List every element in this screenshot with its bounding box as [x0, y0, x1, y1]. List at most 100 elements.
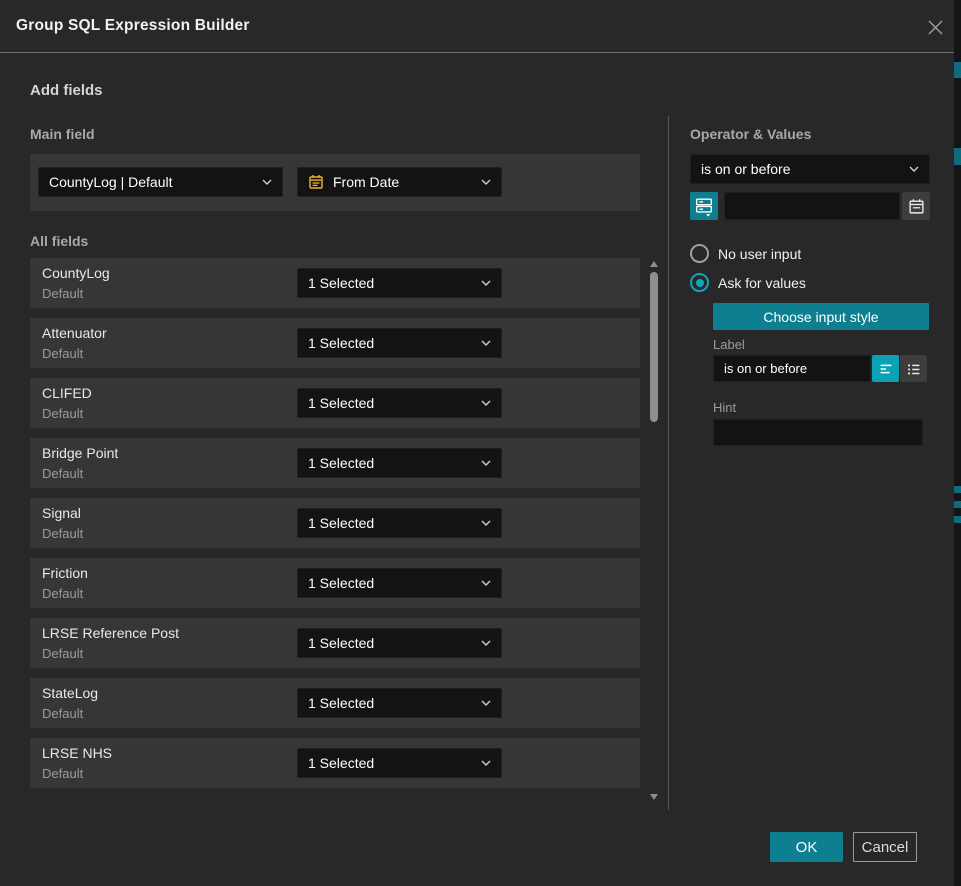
vertical-divider — [668, 116, 669, 810]
strip-fragment — [954, 62, 961, 78]
ok-button[interactable]: OK — [770, 832, 843, 862]
field-selected-value: 1 Selected — [308, 335, 475, 351]
field-name: CLIFED — [42, 385, 92, 401]
list-icon — [905, 360, 923, 378]
radio-label: Ask for values — [718, 275, 806, 291]
list-scrollbar[interactable] — [648, 258, 661, 803]
field-name: Signal — [42, 505, 81, 521]
chevron-down-icon — [481, 640, 491, 646]
chevron-down-icon — [481, 340, 491, 346]
field-name: Attenuator — [42, 325, 107, 341]
field-row: Bridge Point Default 1 Selected — [30, 438, 640, 488]
stacked-input-icon — [693, 194, 715, 218]
input-style-list-toggle[interactable] — [900, 355, 927, 382]
field-row: CountyLog Default 1 Selected — [30, 258, 640, 308]
radio-circle — [690, 244, 709, 263]
main-field-field-select-value: From Date — [333, 174, 475, 190]
field-row: CLIFED Default 1 Selected — [30, 378, 640, 428]
strip-fragment — [954, 516, 961, 523]
chevron-down-icon — [262, 179, 272, 185]
chevron-down-icon — [481, 280, 491, 286]
field-name: Bridge Point — [42, 445, 118, 461]
field-selected-value: 1 Selected — [308, 275, 475, 291]
field-name: StateLog — [42, 685, 98, 701]
strip-fragment — [954, 486, 961, 493]
operator-select[interactable]: is on or before — [690, 154, 930, 184]
field-sublabel: Default — [42, 586, 83, 601]
field-selected-select[interactable]: 1 Selected — [297, 328, 502, 358]
field-name: LRSE Reference Post — [42, 625, 179, 641]
chevron-down-icon — [481, 460, 491, 466]
field-selected-select[interactable]: 1 Selected — [297, 628, 502, 658]
date-picker-button[interactable] — [902, 192, 930, 220]
strip-fragment — [954, 501, 961, 508]
hint-caption: Hint — [713, 400, 736, 415]
field-selected-select[interactable]: 1 Selected — [297, 748, 502, 778]
value-input[interactable] — [724, 192, 900, 220]
dialog-title: Group SQL Expression Builder — [16, 0, 250, 52]
chevron-down-icon — [481, 760, 491, 766]
main-field-source-select[interactable]: CountyLog | Default — [38, 167, 283, 197]
all-fields-list: CountyLog Default 1 Selected Attenuator … — [30, 258, 640, 798]
chevron-down-icon — [481, 400, 491, 406]
field-selected-select[interactable]: 1 Selected — [297, 268, 502, 298]
chevron-down-icon — [909, 166, 919, 172]
hint-input[interactable] — [713, 419, 923, 446]
operator-values-heading: Operator & Values — [690, 126, 811, 142]
main-field-panel: CountyLog | Default From Date — [30, 154, 640, 211]
field-name: Friction — [42, 565, 88, 581]
scroll-down-arrow[interactable] — [650, 794, 658, 800]
field-row: LRSE Reference Post Default 1 Selected — [30, 618, 640, 668]
choose-input-style-button[interactable]: Choose input style — [713, 303, 929, 330]
field-row: LRSE NHS Default 1 Selected — [30, 738, 640, 788]
field-selected-value: 1 Selected — [308, 755, 475, 771]
cancel-button[interactable]: Cancel — [853, 832, 917, 862]
field-selected-value: 1 Selected — [308, 455, 475, 471]
field-sublabel: Default — [42, 346, 83, 361]
field-selected-value: 1 Selected — [308, 635, 475, 651]
calendar-icon — [308, 174, 324, 190]
operator-select-value: is on or before — [701, 161, 903, 177]
field-sublabel: Default — [42, 706, 83, 721]
field-selected-select[interactable]: 1 Selected — [297, 508, 502, 538]
chevron-down-icon — [481, 179, 491, 185]
field-selected-select[interactable]: 1 Selected — [297, 388, 502, 418]
close-button[interactable] — [922, 14, 948, 40]
close-icon — [927, 19, 944, 36]
label-input[interactable] — [713, 355, 871, 382]
value-source-type-button[interactable] — [690, 192, 718, 220]
field-selected-select[interactable]: 1 Selected — [297, 688, 502, 718]
field-selected-value: 1 Selected — [308, 575, 475, 591]
field-sublabel: Default — [42, 766, 83, 781]
strip-fragment — [954, 148, 961, 165]
field-sublabel: Default — [42, 406, 83, 421]
main-field-source-select-value: CountyLog | Default — [49, 174, 256, 190]
field-name: LRSE NHS — [42, 745, 112, 761]
all-fields-heading: All fields — [30, 233, 88, 249]
title-bar: Group SQL Expression Builder — [0, 0, 961, 52]
scrollbar-thumb[interactable] — [650, 272, 658, 422]
input-style-textbox-toggle[interactable] — [872, 355, 899, 382]
scroll-up-arrow[interactable] — [650, 261, 658, 267]
field-selected-value: 1 Selected — [308, 515, 475, 531]
chevron-down-icon — [481, 580, 491, 586]
radio-ask-for-values[interactable]: Ask for values — [690, 273, 806, 292]
title-divider — [0, 52, 954, 53]
add-fields-heading: Add fields — [30, 82, 103, 99]
field-row: Signal Default 1 Selected — [30, 498, 640, 548]
field-row: Attenuator Default 1 Selected — [30, 318, 640, 368]
field-row: Friction Default 1 Selected — [30, 558, 640, 608]
field-sublabel: Default — [42, 646, 83, 661]
text-box-icon — [877, 360, 895, 378]
main-field-field-select[interactable]: From Date — [297, 167, 502, 197]
field-selected-value: 1 Selected — [308, 695, 475, 711]
background-app-strip — [954, 0, 961, 886]
field-selected-select[interactable]: 1 Selected — [297, 448, 502, 478]
radio-no-user-input[interactable]: No user input — [690, 244, 801, 263]
radio-circle — [690, 273, 709, 292]
field-sublabel: Default — [42, 286, 83, 301]
group-sql-expression-builder-dialog: Group SQL Expression Builder Add fields … — [0, 0, 961, 886]
field-sublabel: Default — [42, 526, 83, 541]
radio-label: No user input — [718, 246, 801, 262]
field-selected-select[interactable]: 1 Selected — [297, 568, 502, 598]
